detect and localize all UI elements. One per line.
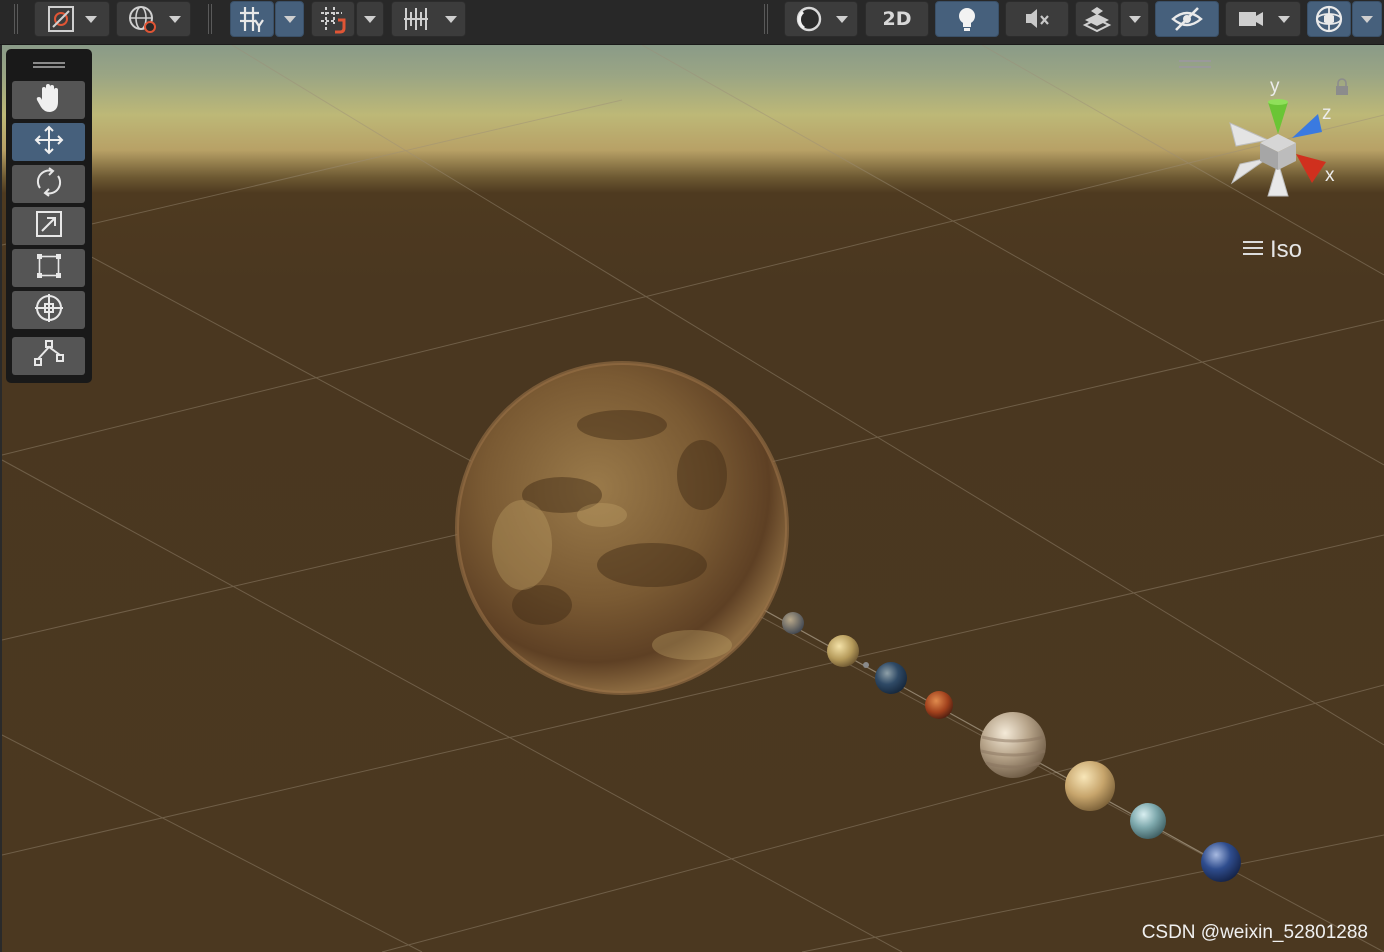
hidden-eye-icon bbox=[1170, 4, 1204, 34]
sphere-shading-icon bbox=[794, 4, 824, 34]
unity-scene-view: 2D y z x Iso CSDN @weixin_52801288 bbox=[0, 0, 1384, 952]
ruler-snap-icon bbox=[401, 4, 431, 34]
grid-snap-button[interactable] bbox=[230, 1, 274, 37]
scene-canvas bbox=[2, 45, 1384, 952]
rotate-icon bbox=[32, 165, 66, 203]
effects-dropdown[interactable] bbox=[1120, 1, 1149, 37]
hand-tool-button[interactable] bbox=[12, 81, 85, 119]
chevron-down-icon bbox=[836, 15, 848, 23]
audio-mute-icon bbox=[1022, 4, 1052, 34]
scene-visibility-button[interactable] bbox=[1155, 1, 1219, 37]
draw-mode-icon bbox=[47, 5, 75, 33]
projection-label: Iso bbox=[1270, 236, 1303, 263]
sun-planet[interactable] bbox=[455, 361, 789, 695]
moon[interactable] bbox=[863, 662, 869, 668]
jupiter-planet[interactable] bbox=[980, 712, 1046, 778]
neptune-planet[interactable] bbox=[1201, 842, 1241, 882]
rotate-tool-button[interactable] bbox=[12, 165, 85, 203]
scene-viewport[interactable] bbox=[2, 45, 1384, 952]
gizmo-menu-handle[interactable] bbox=[1179, 60, 1211, 68]
chevron-down-icon bbox=[1278, 15, 1290, 23]
chevron-down-icon bbox=[283, 15, 296, 23]
lightbulb-icon bbox=[952, 4, 982, 34]
move-arrows-icon bbox=[32, 123, 66, 161]
watermark: CSDN @weixin_52801288 bbox=[1141, 922, 1368, 943]
palette-grip[interactable] bbox=[33, 62, 65, 68]
ruler-snap-button[interactable] bbox=[391, 1, 466, 37]
move-tool-button[interactable] bbox=[12, 123, 85, 161]
grid-snap-icon bbox=[237, 4, 267, 34]
gizmos-dropdown[interactable] bbox=[1352, 1, 1382, 37]
menu-icon bbox=[1242, 239, 1264, 261]
chevron-down-icon bbox=[168, 15, 181, 23]
uranus-planet[interactable] bbox=[1130, 803, 1166, 839]
grid-snap-dropdown[interactable] bbox=[275, 1, 304, 37]
global-local-button[interactable] bbox=[116, 1, 191, 37]
chevron-down-icon bbox=[444, 15, 457, 23]
mercury-planet[interactable] bbox=[782, 612, 804, 634]
hand-icon bbox=[32, 81, 66, 119]
draw-mode-button[interactable] bbox=[34, 1, 110, 37]
increment-snap-dropdown[interactable] bbox=[356, 1, 384, 37]
scene-camera-button[interactable] bbox=[1225, 1, 1301, 37]
globe-icon bbox=[127, 4, 157, 34]
chevron-down-icon bbox=[1128, 15, 1141, 23]
tool-palette bbox=[6, 49, 92, 383]
increment-snap-icon bbox=[318, 4, 348, 34]
chevron-down-icon bbox=[1361, 15, 1373, 23]
scene-toolbar: 2D bbox=[0, 0, 1384, 45]
scene-lighting-button[interactable] bbox=[935, 1, 999, 37]
axis-y-label: y bbox=[1270, 76, 1280, 97]
saturn-planet[interactable] bbox=[1065, 761, 1115, 811]
axis-z-label: z bbox=[1322, 103, 1332, 124]
camera-icon bbox=[1236, 4, 1266, 34]
scale-tool-button[interactable] bbox=[12, 207, 85, 245]
toolbar-grip[interactable] bbox=[14, 4, 18, 34]
chevron-down-icon bbox=[364, 15, 376, 23]
custom-tool-button[interactable] bbox=[12, 337, 85, 375]
increment-snap-button[interactable] bbox=[311, 1, 355, 37]
axis-x-label: x bbox=[1325, 165, 1335, 186]
earth-planet[interactable] bbox=[875, 662, 907, 694]
projection-toggle[interactable]: Iso bbox=[1242, 236, 1302, 264]
toggle-2d-button[interactable]: 2D bbox=[865, 1, 929, 37]
effects-button[interactable] bbox=[1075, 1, 1119, 37]
gizmos-button[interactable] bbox=[1307, 1, 1351, 37]
toggle-2d-label: 2D bbox=[882, 8, 912, 30]
scale-icon bbox=[32, 207, 66, 245]
venus-planet[interactable] bbox=[827, 635, 859, 667]
gizmo-globe-icon bbox=[1313, 3, 1345, 35]
effects-layers-icon bbox=[1082, 4, 1112, 34]
toolbar-grip[interactable] bbox=[764, 4, 768, 34]
rect-transform-icon bbox=[32, 249, 66, 287]
scene-audio-button[interactable] bbox=[1005, 1, 1069, 37]
chevron-down-icon bbox=[85, 15, 97, 23]
rect-tool-button[interactable] bbox=[12, 249, 85, 287]
transform-icon bbox=[32, 291, 66, 329]
transform-tool-button[interactable] bbox=[12, 291, 85, 329]
path-editor-icon bbox=[32, 337, 66, 375]
shading-mode-button[interactable] bbox=[784, 1, 858, 37]
mars-planet[interactable] bbox=[925, 691, 953, 719]
toolbar-grip[interactable] bbox=[208, 4, 212, 34]
